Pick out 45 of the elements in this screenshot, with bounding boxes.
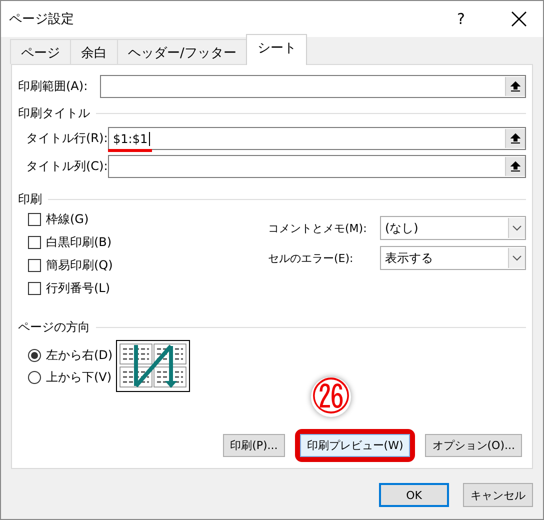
help-button[interactable]: ?	[451, 9, 471, 29]
checkbox[interactable]	[28, 236, 41, 249]
dialog-button[interactable]: OK	[379, 483, 449, 507]
field-label: 印刷範囲(A):	[18, 78, 89, 95]
collapse-button[interactable]	[505, 157, 525, 176]
arrow-up-icon	[510, 133, 521, 144]
dropdown[interactable]: 表示する	[380, 246, 526, 270]
field-label: タイトル列(C):	[26, 158, 108, 175]
step-badge: ㉖	[311, 377, 352, 417]
group-heading: 印刷	[18, 190, 42, 208]
dropdown[interactable]: (なし)	[380, 216, 526, 240]
window-title: ページ設定	[9, 11, 75, 28]
annotation-underline	[108, 149, 152, 152]
group-heading: 印刷タイトル	[18, 104, 90, 122]
arrow-up-icon	[510, 81, 521, 92]
chevron-down-icon	[512, 225, 522, 231]
dialog-button[interactable]: 印刷(P)...	[223, 434, 285, 457]
dialog-button[interactable]: キャンセル	[463, 483, 533, 507]
dropdown-label: セルのエラー(E):	[268, 250, 354, 266]
dialog-button[interactable]: オプション(O)...	[425, 434, 522, 457]
input-field[interactable]: $1:$1	[108, 127, 526, 150]
radio-label[interactable]: 上から下(V)	[46, 368, 112, 386]
collapse-button[interactable]	[505, 129, 525, 148]
collapse-button[interactable]	[505, 77, 525, 96]
checkbox[interactable]	[28, 259, 41, 272]
close-icon[interactable]	[511, 11, 527, 27]
chevron-down-icon	[512, 255, 522, 261]
field-label: タイトル行(R):	[26, 130, 108, 147]
radio-button[interactable]	[28, 348, 41, 362]
checkbox-label[interactable]: 行列番号(L)	[46, 280, 110, 297]
group-heading: ページの方向	[18, 318, 90, 336]
input-field[interactable]	[100, 75, 526, 98]
radio-button[interactable]	[28, 370, 41, 384]
dropdown-label: コメントとメモ(M):	[268, 220, 368, 236]
arrow-up-icon	[510, 161, 521, 172]
checkbox-label[interactable]: 枠線(G)	[46, 211, 89, 228]
radio-label[interactable]: 左から右(D)	[46, 346, 113, 364]
checkbox-label[interactable]: 簡易印刷(Q)	[46, 257, 113, 274]
checkbox-label[interactable]: 白黒印刷(B)	[46, 234, 112, 251]
checkbox[interactable]	[28, 282, 41, 295]
dialog-button[interactable]: 印刷プレビュー(W)	[300, 434, 410, 457]
input-field[interactable]	[108, 155, 526, 178]
checkbox[interactable]	[28, 213, 41, 226]
field-value: $1:$1	[112, 132, 148, 146]
tab[interactable]: シート	[246, 34, 308, 65]
